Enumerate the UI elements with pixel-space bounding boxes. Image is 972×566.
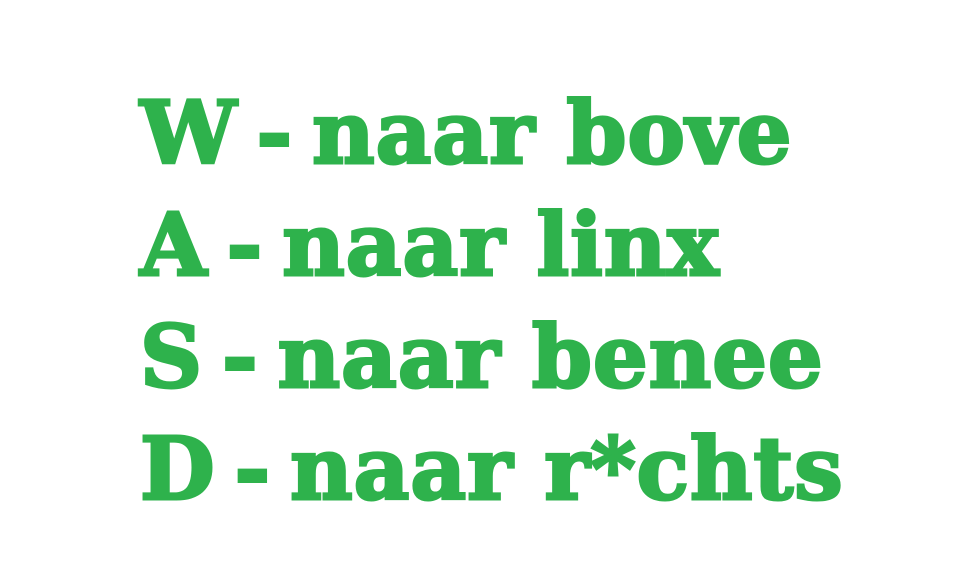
key-letter: W — [139, 82, 239, 186]
direction-text: naar linx — [281, 194, 720, 298]
separator-dash: - — [255, 82, 294, 186]
controls-image: W - naar bove A - naar linx S - naar benee D-n… — [0, 0, 972, 566]
control-line-down: S - naar benee — [138, 302, 844, 414]
controls-list: W - naar bove A - naar linx S - naar benee D-n… — [138, 78, 845, 526]
direction-text: naar r*chts — [289, 418, 845, 522]
control-line-left: A - naar linx — [139, 190, 844, 302]
direction-text: naar benee — [276, 306, 824, 410]
control-line-right: D - naar r*chts — [139, 414, 845, 526]
separator-dash: - — [225, 194, 264, 298]
control-line-up: W - naar bove — [139, 78, 844, 190]
separator-dash: - — [221, 306, 260, 410]
key-letter: D — [139, 418, 217, 522]
key-letter: S — [138, 306, 204, 410]
key-letter: A — [139, 194, 209, 298]
direction-text: naar bove — [311, 82, 793, 186]
separator-dash: - — [233, 418, 272, 522]
